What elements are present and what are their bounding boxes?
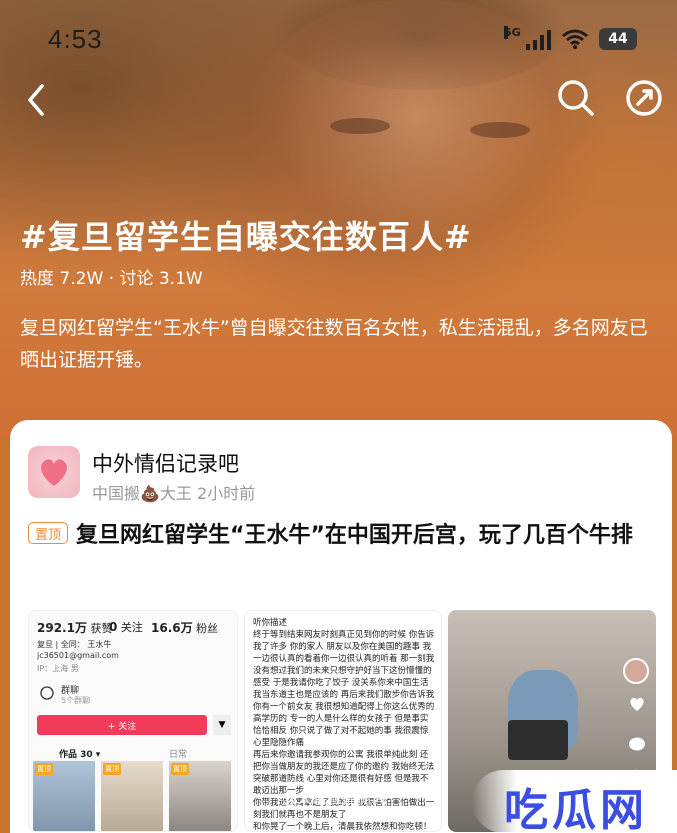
post-image-profile[interactable]: 292.1万 获赞 0 关注 16.6万 粉丝 复旦 | 全同： 王水牛 jc3… [28, 610, 238, 832]
tab-daily[interactable]: 日常 [169, 747, 187, 760]
hero-photo-eye [330, 118, 390, 134]
topic-stats: 热度 7.2W · 讨论 3.1W [20, 269, 203, 289]
profile-ip: IP：上海 男 [37, 664, 79, 673]
heart-icon [41, 459, 67, 486]
photo-laptop [508, 720, 568, 760]
video-thumb[interactable]: 置顶 [169, 761, 231, 831]
group-chat-icon [40, 686, 54, 700]
search-icon[interactable] [556, 78, 596, 118]
pin-tag: 置顶 [35, 763, 53, 775]
post-meta: 中国搬💩大王 2小时前 [92, 484, 256, 503]
pin-tag: 置顶 [103, 763, 121, 775]
battery-icon: 44 [599, 28, 637, 50]
creator-avatar[interactable] [623, 658, 649, 684]
pinned-tag: 置顶 [28, 522, 68, 544]
pin-tag: 置顶 [171, 763, 189, 775]
profile-email: jc36501@gmail.com [37, 651, 119, 660]
group-name[interactable]: 中外情侣记录吧 [92, 448, 239, 478]
signal-icon: 5G [504, 26, 551, 50]
follow-button[interactable]: + 关注 [37, 715, 207, 735]
hero-photo-eye [470, 122, 530, 138]
comment-icon[interactable] [628, 736, 646, 752]
source-watermark: @大象直播新闻 [282, 789, 388, 807]
group-avatar[interactable] [28, 446, 80, 498]
video-thumb[interactable]: 置顶 [33, 761, 95, 831]
site-watermark-logo: 吃瓜网 [504, 785, 648, 833]
status-right: 5G 44 [504, 26, 637, 50]
back-arrow-icon[interactable] [22, 80, 52, 120]
profile-likes: 292.1万 获赞 [37, 621, 113, 635]
group-chat-sub: 5个群聊 [61, 696, 91, 705]
profile-fans: 16.6万 粉丝 [151, 621, 219, 635]
topic-description: 复旦网红留学生“王水牛”曾自曝交往数百名女性，私生活混乱，多名网友已晒出证据开锤… [20, 317, 648, 371]
profile-line: 复旦 | 全同： 王水牛 [37, 640, 112, 649]
status-bar: 4:53 5G 44 [0, 22, 677, 58]
like-icon[interactable] [628, 696, 646, 712]
topic-title: #复旦留学生自曝交往数百人# [20, 218, 472, 256]
tab-works[interactable]: 作品 30 ▾ [59, 747, 100, 760]
edit-share-icon[interactable] [624, 78, 664, 118]
post-title[interactable]: 复旦网红留学生“王水牛”在中国开后宫，玩了几百个牛排 [26, 516, 666, 556]
dropdown-icon[interactable]: ▼ [213, 715, 231, 735]
wifi-icon [562, 29, 588, 50]
video-thumb[interactable]: 置顶 [101, 761, 163, 831]
profile-following: 0 关注 [109, 620, 143, 634]
status-time: 4:53 [48, 24, 103, 54]
network-label: 5G [504, 26, 521, 39]
